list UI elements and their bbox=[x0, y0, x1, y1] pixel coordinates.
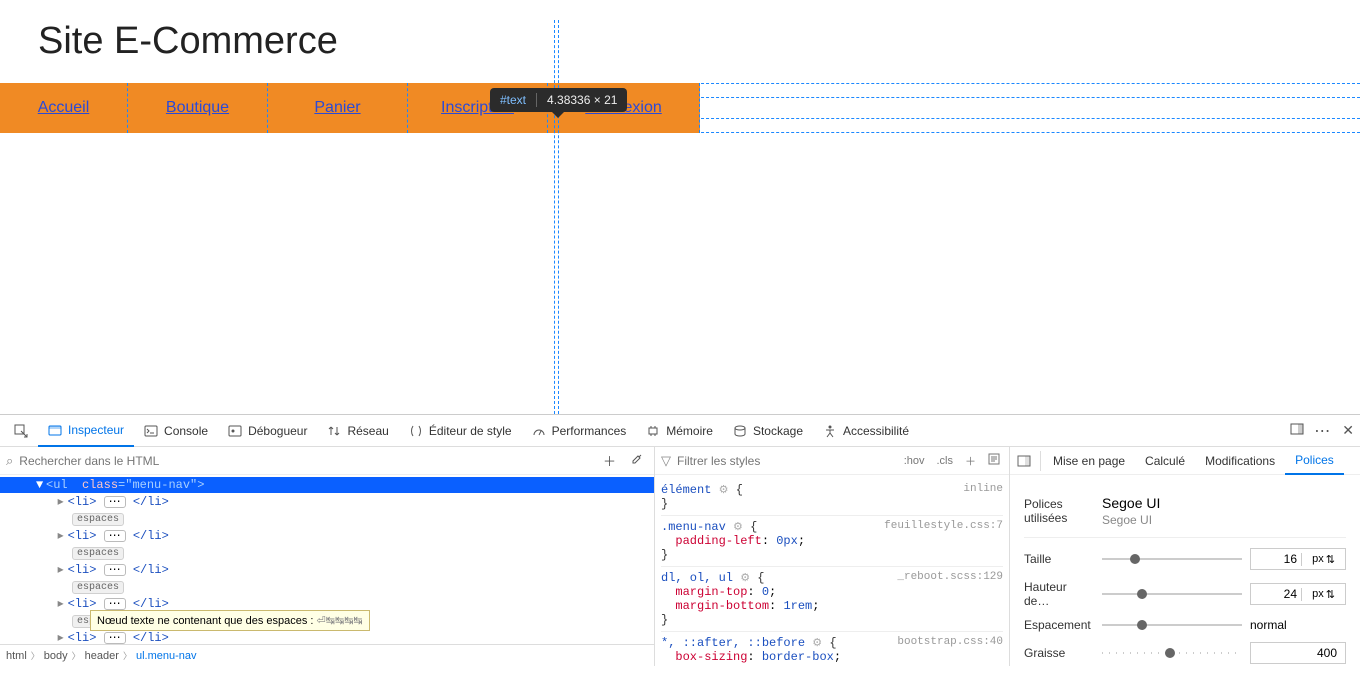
tab-inspector[interactable]: Inspecteur bbox=[38, 415, 134, 447]
css-rule[interactable]: feuillestyle.css:7 .menu-nav ⚙ { padding… bbox=[661, 515, 1003, 566]
element-tooltip: #text 4.38336 × 21 bbox=[490, 88, 627, 112]
picker-icon bbox=[14, 424, 28, 438]
tab-style-editor[interactable]: Éditeur de style bbox=[399, 415, 522, 447]
tab-network[interactable]: Réseau bbox=[317, 415, 398, 447]
dom-node[interactable]: espaces bbox=[0, 510, 654, 527]
accessibility-icon bbox=[823, 424, 837, 438]
style-editor-icon bbox=[409, 424, 423, 438]
nav-item[interactable]: Boutique bbox=[128, 83, 268, 133]
right-panel: Mise en page Calculé Modifications Polic… bbox=[1010, 447, 1360, 666]
tab-fonts[interactable]: Polices bbox=[1285, 447, 1344, 475]
print-sim-icon[interactable] bbox=[985, 453, 1003, 468]
layout-panel-icon[interactable] bbox=[1010, 454, 1038, 468]
pick-element-button[interactable] bbox=[4, 415, 38, 447]
tab-memory[interactable]: Mémoire bbox=[636, 415, 723, 447]
filter-icon: ▽ bbox=[661, 453, 671, 469]
highlight-guide bbox=[554, 20, 555, 414]
devtools: Inspecteur Console Débogueur Réseau Édit… bbox=[0, 414, 1360, 666]
inspector-icon bbox=[48, 423, 62, 437]
tooltip-dims: 4.38336 × 21 bbox=[547, 93, 617, 107]
spacing-label: Espacement bbox=[1024, 618, 1094, 632]
nav-row: Accueil Boutique Panier Inscription Conn… bbox=[0, 83, 1360, 133]
whitespace-tooltip: Nœud texte ne contenant que des espaces … bbox=[90, 610, 370, 631]
nav-link[interactable]: Boutique bbox=[166, 99, 229, 117]
kebab-menu-icon[interactable]: ⋯ bbox=[1314, 421, 1332, 441]
debugger-icon bbox=[228, 424, 242, 438]
cls-toggle[interactable]: .cls bbox=[934, 455, 957, 467]
dom-node[interactable]: ▸<li> ⋯ </li> bbox=[0, 561, 654, 578]
lineheight-label: Hauteur de… bbox=[1024, 580, 1094, 608]
lineheight-slider[interactable] bbox=[1102, 587, 1242, 601]
weight-label: Graisse bbox=[1024, 646, 1094, 660]
nav-link[interactable]: Panier bbox=[314, 99, 360, 117]
storage-icon bbox=[733, 424, 747, 438]
devtools-toolbar: Inspecteur Console Débogueur Réseau Édit… bbox=[0, 415, 1360, 447]
nav-link[interactable]: Accueil bbox=[38, 99, 90, 117]
weight-slider[interactable] bbox=[1102, 646, 1242, 660]
performance-icon bbox=[532, 424, 546, 438]
site-title: Site E-Commerce bbox=[38, 20, 1360, 63]
dock-button-icon[interactable] bbox=[1290, 422, 1304, 439]
breadcrumb[interactable]: html〉 body〉 header〉 ul.menu-nav bbox=[0, 644, 654, 666]
page-preview: Site E-Commerce Accueil Boutique Panier … bbox=[0, 20, 1360, 414]
network-icon bbox=[327, 424, 341, 438]
add-node-button[interactable]: ＋ bbox=[599, 451, 620, 470]
css-rule[interactable]: _reboot.scss:129 dl, ol, ul ⚙ { margin-t… bbox=[661, 566, 1003, 631]
tab-layout[interactable]: Mise en page bbox=[1043, 447, 1135, 475]
add-rule-button[interactable]: ＋ bbox=[962, 453, 979, 469]
dom-node[interactable]: espaces bbox=[0, 544, 654, 561]
size-input[interactable]: px ⇅ bbox=[1250, 548, 1346, 570]
styles-filter-input[interactable] bbox=[677, 454, 895, 468]
tooltip-tag: #text bbox=[500, 93, 526, 107]
nav-item[interactable]: Panier bbox=[268, 83, 408, 133]
tab-console[interactable]: Console bbox=[134, 415, 218, 447]
tab-storage[interactable]: Stockage bbox=[723, 415, 813, 447]
fonts-used-label: Polices utilisées bbox=[1024, 497, 1094, 525]
spacing-value: normal bbox=[1250, 618, 1346, 632]
console-icon bbox=[144, 424, 158, 438]
nav-item[interactable]: Accueil bbox=[0, 83, 128, 133]
css-rules[interactable]: inline élément ⚙ {} feuillestyle.css:7 .… bbox=[655, 475, 1009, 666]
font-name: Segoe UI bbox=[1102, 495, 1160, 511]
tab-accessibility[interactable]: Accessibilité bbox=[813, 415, 919, 447]
tab-changes[interactable]: Modifications bbox=[1195, 447, 1285, 475]
tab-debugger[interactable]: Débogueur bbox=[218, 415, 317, 447]
size-slider[interactable] bbox=[1102, 552, 1242, 566]
styles-panel: ▽ :hov .cls ＋ inline élément ⚙ {} feuill… bbox=[655, 447, 1010, 666]
css-rule[interactable]: bootstrap.css:40 *, ::after, ::before ⚙ … bbox=[661, 631, 1003, 666]
dom-node[interactable]: espaces bbox=[0, 578, 654, 595]
html-search-input[interactable] bbox=[19, 454, 593, 468]
font-sub: Segoe UI bbox=[1102, 513, 1160, 527]
chevron-updown-icon[interactable]: ⇅ bbox=[1326, 588, 1335, 601]
highlight-guide bbox=[558, 20, 559, 414]
dom-node[interactable]: ▸<li> ⋯ </li> bbox=[0, 527, 654, 544]
search-icon: ⌕ bbox=[6, 453, 13, 469]
lineheight-input[interactable]: px ⇅ bbox=[1250, 583, 1346, 605]
size-label: Taille bbox=[1024, 552, 1094, 566]
tab-performance[interactable]: Performances bbox=[522, 415, 637, 447]
spacing-slider[interactable] bbox=[1102, 618, 1242, 632]
tab-computed[interactable]: Calculé bbox=[1135, 447, 1195, 475]
dom-node[interactable]: ▸<li> ⋯ </li> bbox=[0, 493, 654, 510]
hov-toggle[interactable]: :hov bbox=[901, 455, 928, 467]
eyedropper-button[interactable] bbox=[626, 452, 648, 469]
dom-node[interactable]: ▸<li> ⋯ </li> bbox=[0, 629, 654, 644]
dom-node-selected[interactable]: ▼<ul class="menu-nav"> bbox=[0, 477, 654, 493]
html-panel: ⌕ ＋ ▼<ul class="menu-nav"> ▸<li> ⋯ </li>… bbox=[0, 447, 655, 666]
css-rule[interactable]: inline élément ⚙ {} bbox=[661, 479, 1003, 515]
chevron-updown-icon[interactable]: ⇅ bbox=[1326, 553, 1335, 566]
close-button-icon[interactable]: ✕ bbox=[1342, 422, 1354, 439]
weight-input[interactable] bbox=[1250, 642, 1346, 664]
memory-icon bbox=[646, 424, 660, 438]
